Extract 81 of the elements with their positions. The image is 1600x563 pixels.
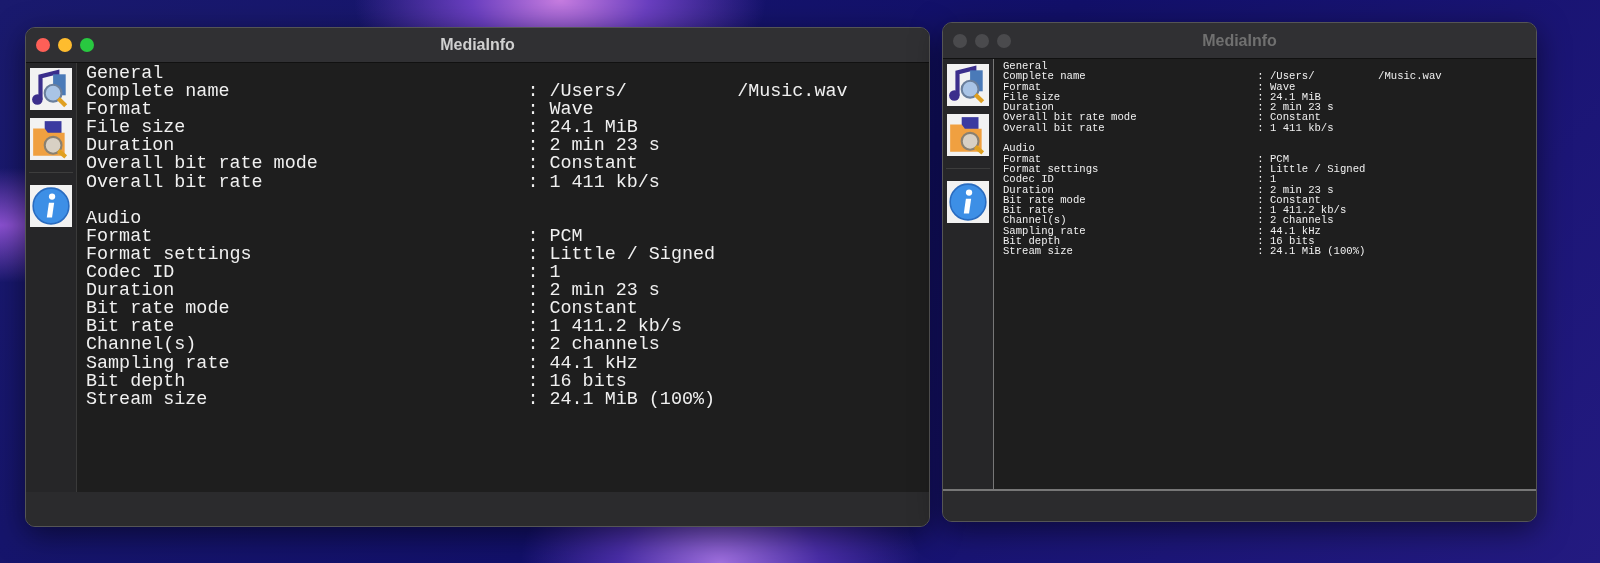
field-value: : /Users/ [527,83,627,102]
field-label: Overall bit rate [86,173,264,192]
section-heading: General [86,65,164,84]
field-label: Duration [86,137,176,156]
field-label: Duration [1003,184,1055,195]
field-value: /Music.wav [737,83,848,102]
field-label: Format settings [1003,163,1100,175]
field-label: Sampling rate [86,354,231,373]
field-label: Overall bit rate mode [86,155,319,174]
field-label: Overall bit rate [1003,122,1106,134]
field-value: : 2 channels [1257,215,1334,226]
minimize-button[interactable] [58,38,72,52]
field-value: : Wave [1257,81,1296,92]
field-label: Complete name [86,83,231,102]
field-label: Bit rate mode [1003,194,1087,206]
field-label: Format settings [86,245,253,265]
field-label: Format [86,227,154,246]
field-value: : Little / Signed [527,245,716,265]
field-value: : Little / Signed [1257,163,1366,175]
field-value: : Constant [1257,194,1321,206]
field-value: : /Users/ [1257,71,1315,82]
music-file-magnifier-icon[interactable] [947,64,989,106]
field-label: Bit depth [1003,236,1061,247]
field-value: : 24.1 MiB (100%) [1257,246,1366,257]
field-label: Codec ID [86,264,175,283]
info-icon[interactable] [947,181,989,223]
field-value: : PCM [1257,153,1290,164]
field-value: : Constant [1257,112,1321,123]
zoom-button[interactable] [80,38,94,52]
field-value: : 44.1 kHz [527,354,638,373]
field-label: Duration [1003,102,1054,113]
field-label: File size [86,119,187,138]
field-value: : 44.1 kHz [1257,225,1321,237]
field-value: : 1 411.2 kb/s [1257,205,1347,216]
field-label: Stream size [86,390,209,409]
field-label: Complete name [1003,71,1087,82]
field-value: : Constant [527,300,638,319]
field-value: : 1 411 kb/s [1257,122,1334,134]
field-label: Format [1003,153,1043,164]
field-value: : 1 411 kb/s [527,173,660,192]
field-value: : 2 channels [527,336,660,355]
close-button[interactable] [36,38,50,52]
field-value: : 24.1 MiB [1257,91,1321,103]
field-value: : 16 bits [1257,236,1315,247]
window-title: MediaInfo [440,36,515,54]
field-label: Bit depth [86,372,186,391]
field-value: : 24.1 MiB (100%) [527,390,716,409]
field-label: Bit rate mode [86,300,231,319]
field-label: Stream size [1003,246,1074,257]
window-title: MediaInfo [1202,31,1277,50]
folder-magnifier-icon[interactable] [947,114,989,156]
field-value: : PCM [527,227,583,246]
field-value: : 24.1 MiB [527,119,638,138]
section-heading: General [1003,61,1048,72]
field-value: : 1 411.2 kb/s [527,318,682,337]
field-value: : 2 min 23 s [527,282,660,301]
field-label: Duration [86,282,176,301]
field-value: /Music.wav [1378,71,1442,82]
field-value: : 2 min 23 s [1257,102,1334,113]
field-label: Format [86,101,153,120]
field-value: : Wave [527,101,594,120]
field-label: Codec ID [1003,174,1054,185]
field-value: : 1 [1257,174,1277,185]
field-label: Channel(s) [86,336,198,355]
field-value: : 16 bits [527,372,627,391]
field-label: File size [1003,91,1062,103]
field-label: Format [1003,81,1042,92]
field-label: Overall bit rate mode [1003,112,1138,123]
music-file-magnifier-icon[interactable] [30,68,72,110]
info-icon[interactable] [30,185,72,227]
field-value: : 2 min 23 s [1257,184,1334,195]
field-label: Bit rate [1003,205,1054,216]
folder-magnifier-icon[interactable] [30,118,72,160]
field-label: Bit rate [86,318,175,337]
field-value: : 2 min 23 s [527,137,660,156]
field-label: Sampling rate [1003,225,1087,237]
field-label: Channel(s) [1003,215,1068,226]
field-value: : 1 [527,264,561,283]
section-heading: Audio [1003,143,1035,154]
section-heading: Audio [86,209,142,228]
field-value: : Constant [527,155,638,174]
